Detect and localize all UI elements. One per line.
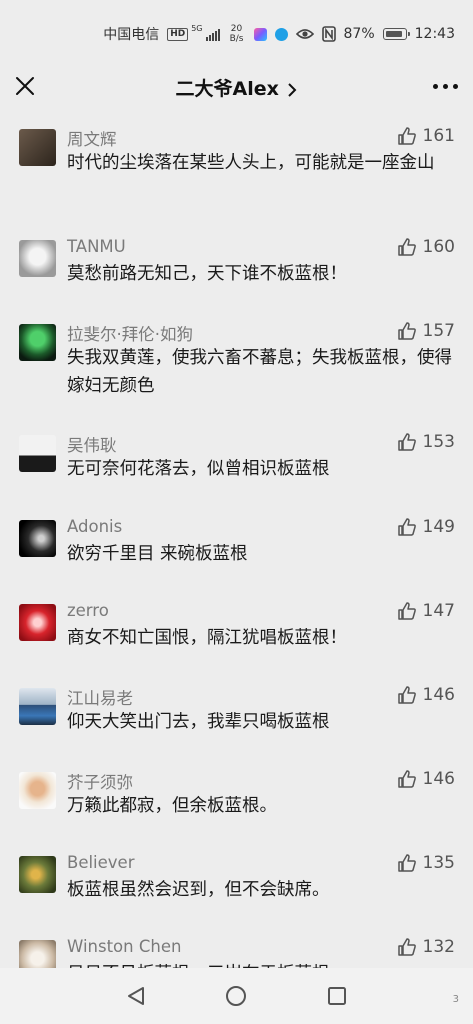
like-count: 147	[422, 601, 455, 621]
like-button[interactable]: 146	[397, 769, 455, 789]
comment-text: 欲穷千里目 来碗板蓝根	[67, 544, 248, 564]
thumbs-up-icon	[397, 602, 416, 620]
comment-text: 莫愁前路无知己，天下谁不板蓝根！	[67, 264, 347, 284]
comment-author[interactable]: 拉斐尔·拜伦·如狗	[67, 321, 193, 345]
battery-icon	[382, 28, 410, 40]
like-button[interactable]: 160	[397, 237, 455, 257]
avatar[interactable]	[19, 435, 56, 472]
nfc-icon	[321, 26, 336, 42]
like-count: 160	[422, 237, 455, 257]
network-type: 5G	[191, 24, 203, 33]
comment-text: 商女不知亡国恨，隔江犹唱板蓝根！	[67, 628, 347, 648]
home-circle-icon[interactable]	[224, 984, 248, 1008]
battery-percent: 87%	[343, 26, 375, 42]
like-button[interactable]: 132	[397, 937, 455, 957]
carrier-label: 中国电信	[103, 27, 160, 43]
comment-text: 无可奈何花落去，似曾相识板蓝根	[67, 459, 330, 479]
comment-text: 万籁此都寂，但余板蓝根。	[67, 796, 277, 816]
comment-text: 日日不见板蓝根，三岁在于板蓝根	[67, 960, 452, 968]
like-button[interactable]: 149	[397, 517, 455, 537]
comment-author[interactable]: Adonis	[67, 517, 122, 536]
avatar[interactable]	[19, 940, 56, 968]
comment-list[interactable]: 周文辉 161 时代的尘埃落在某些人头上，可能就是一座金山 TANMU 160 …	[0, 108, 473, 968]
app-notification-icon	[253, 27, 267, 41]
thumbs-up-icon	[397, 322, 416, 340]
page-title[interactable]: 二大爷Alex	[0, 74, 473, 101]
status-indicators: 中国电信 HD 5G 20 B/s 87% 12:43	[103, 22, 455, 46]
like-count: 135	[422, 853, 455, 873]
comment-author[interactable]: 芥子须弥	[67, 769, 133, 793]
avatar[interactable]	[19, 604, 56, 641]
nav-hint-glyph: 3	[452, 994, 459, 1005]
signal-bars-icon	[205, 28, 220, 41]
like-count: 146	[422, 685, 455, 705]
thumbs-up-icon	[397, 433, 416, 451]
like-button[interactable]: 147	[397, 601, 455, 621]
system-nav-bar: 3	[0, 968, 473, 1024]
thumbs-up-icon	[397, 518, 416, 536]
thumbs-up-icon	[397, 686, 416, 704]
avatar[interactable]	[19, 856, 56, 893]
thumbs-up-icon	[397, 238, 416, 256]
avatar[interactable]	[19, 240, 56, 277]
comment-author[interactable]: TANMU	[67, 237, 126, 256]
like-count: 157	[422, 321, 455, 341]
top-bar: 二大爷Alex	[0, 66, 473, 108]
signal-group: HD 5G	[167, 24, 220, 41]
avatar[interactable]	[19, 688, 56, 725]
comment-author[interactable]: 周文辉	[67, 126, 117, 150]
avatar[interactable]	[19, 324, 56, 361]
status-bar: 中国电信 HD 5G 20 B/s 87% 12:43	[0, 0, 473, 66]
thumbs-up-icon	[397, 770, 416, 788]
comment-author[interactable]: Believer	[67, 853, 135, 872]
thumbs-up-icon	[397, 938, 416, 956]
like-count: 149	[422, 517, 455, 537]
like-count: 161	[422, 126, 455, 146]
network-speed: 20 B/s	[228, 24, 246, 44]
clock: 12:43	[414, 26, 455, 42]
speed-value: 20	[230, 24, 243, 34]
like-count: 146	[422, 769, 455, 789]
avatar[interactable]	[19, 772, 56, 809]
comment-text: 时代的尘埃落在某些人头上，可能就是一座金山	[67, 153, 435, 173]
speed-unit: B/s	[229, 34, 244, 44]
thumbs-up-icon	[397, 854, 416, 872]
back-triangle-icon[interactable]	[124, 984, 148, 1008]
comment-text: 失我双黄莲，使我六畜不蕃息；失我板蓝根，使得嫁妇无颜色	[67, 348, 452, 396]
page-title-text: 二大爷Alex	[175, 78, 279, 100]
app-notification-icon-2	[274, 27, 288, 41]
comment-text: 仰天大笑出门去，我辈只喝板蓝根	[67, 712, 330, 732]
recent-square-icon[interactable]	[325, 984, 349, 1008]
like-button[interactable]: 161	[397, 126, 455, 146]
hd-badge: HD	[167, 27, 189, 41]
comment-author[interactable]: 江山易老	[67, 685, 133, 709]
comment-author[interactable]: Winston Chen	[67, 937, 181, 956]
comment-text: 板蓝根虽然会迟到，但不会缺席。	[67, 880, 330, 900]
more-icon[interactable]	[433, 76, 459, 96]
comment-author[interactable]: 吴伟耿	[67, 432, 117, 456]
like-button[interactable]: 153	[397, 432, 455, 452]
like-button[interactable]: 135	[397, 853, 455, 873]
like-count: 153	[422, 432, 455, 452]
comment-author[interactable]: zerro	[67, 601, 109, 620]
like-count: 132	[422, 937, 455, 957]
eye-icon	[295, 29, 314, 39]
like-button[interactable]: 146	[397, 685, 455, 705]
avatar[interactable]	[19, 520, 56, 557]
thumbs-up-icon	[397, 127, 416, 145]
chevron-right-icon	[288, 82, 297, 97]
avatar[interactable]	[19, 129, 56, 166]
like-button[interactable]: 157	[397, 321, 455, 341]
